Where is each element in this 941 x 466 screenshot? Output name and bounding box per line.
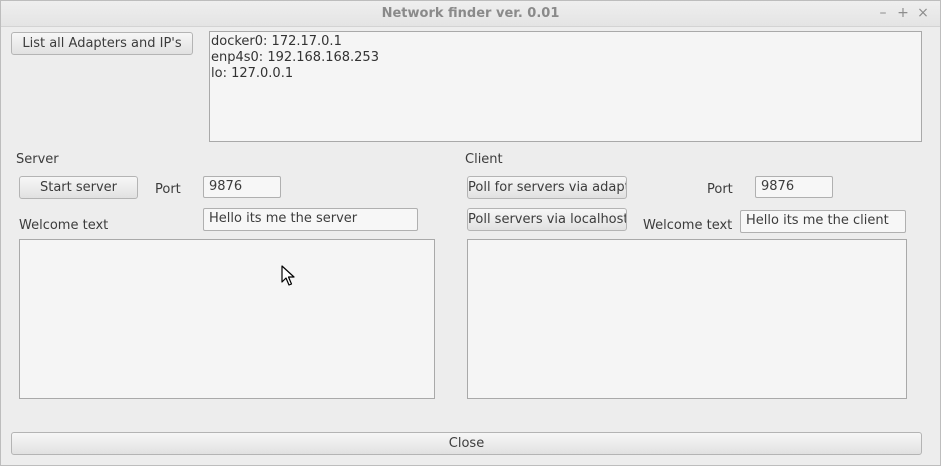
start-server-label: Start server xyxy=(39,180,118,195)
close-window-icon[interactable]: × xyxy=(914,4,932,22)
client-log-area[interactable] xyxy=(467,239,907,399)
list-adapters-label: List all Adapters and IP's xyxy=(22,36,182,51)
poll-adapter-label: Poll for servers via adapter xyxy=(468,180,627,195)
server-welcome-field[interactable]: Hello its me the server xyxy=(203,208,418,231)
start-server-button[interactable]: Start server xyxy=(19,176,138,199)
adapter-entry: lo: 127.0.0.1 xyxy=(211,66,294,81)
adapter-entry: enp4s0: 192.168.168.253 xyxy=(211,50,379,65)
server-port-field[interactable]: 9876 xyxy=(203,176,281,198)
maximize-icon[interactable]: + xyxy=(894,4,912,22)
minimize-icon[interactable]: – xyxy=(874,4,892,22)
window-title: Network finder ver. 0.01 xyxy=(381,6,560,21)
server-heading: Server xyxy=(16,152,59,167)
close-button[interactable]: Close xyxy=(11,432,922,455)
adapter-list-output[interactable]: docker0: 172.17.0.1 enp4s0: 192.168.168.… xyxy=(209,31,922,142)
close-label: Close xyxy=(448,436,485,451)
client-welcome-label: Welcome text xyxy=(643,218,733,233)
app-window: Network finder ver. 0.01 – + × List all … xyxy=(0,0,941,466)
server-log-area[interactable] xyxy=(19,239,435,399)
client-port-label: Port xyxy=(707,182,733,197)
client-heading: Client xyxy=(465,152,503,167)
client-port-field[interactable]: 9876 xyxy=(755,176,833,198)
poll-adapter-button[interactable]: Poll for servers via adapter xyxy=(467,176,627,199)
server-port-label: Port xyxy=(155,182,181,197)
client-welcome-field[interactable]: Hello its me the client xyxy=(740,210,906,233)
mouse-cursor-icon xyxy=(281,265,295,286)
adapter-entry: docker0: 172.17.0.1 xyxy=(211,34,342,49)
server-welcome-label: Welcome text xyxy=(19,218,109,233)
list-adapters-button[interactable]: List all Adapters and IP's xyxy=(11,32,193,55)
poll-localhost-label: Poll servers via localhost xyxy=(468,212,627,227)
poll-localhost-button[interactable]: Poll servers via localhost xyxy=(467,208,627,231)
title-bar[interactable]: Network finder ver. 0.01 – + × xyxy=(1,1,940,27)
